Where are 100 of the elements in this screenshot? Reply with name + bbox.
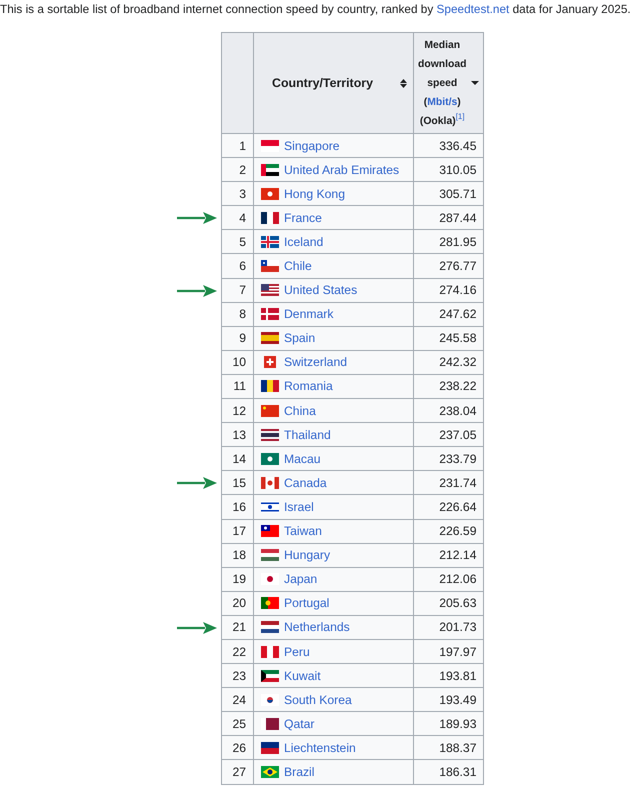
rank-text: 12 [232, 404, 246, 418]
speed-value: 231.74 [439, 476, 476, 490]
country-link[interactable]: Japan [284, 572, 318, 586]
speed-value: 212.06 [439, 572, 476, 586]
country-link[interactable]: Romania [284, 379, 333, 394]
rank-text: 6 [239, 259, 246, 274]
rank-text: 20 [232, 596, 246, 610]
rank-text: 17 [232, 524, 246, 538]
rank-text: 18 [232, 548, 246, 562]
header-text: speed [427, 76, 458, 90]
speed-value: 237.05 [439, 428, 476, 442]
rank-text: 11 [233, 379, 246, 394]
speed-value: 281.95 [439, 234, 476, 249]
rank-text: 7 [239, 283, 246, 298]
speed-value: 242.32 [439, 355, 476, 370]
speed-value: 205.63 [439, 596, 476, 610]
column-header[interactable]: Country/Territory [254, 32, 414, 134]
country-link[interactable]: France [284, 210, 322, 225]
speed-value: 212.14 [439, 548, 476, 562]
country-link[interactable]: Kuwait [284, 668, 321, 683]
rank-text: 26 [232, 740, 246, 755]
rank-text: 22 [232, 644, 246, 659]
country-link[interactable]: Hungary [284, 548, 330, 562]
speed-value: 336.45 [439, 138, 476, 153]
rank-text: 19 [232, 572, 246, 586]
rank-text: 24 [232, 692, 246, 707]
reference-link[interactable]: [1] [456, 112, 465, 120]
country-link[interactable]: China [284, 404, 316, 418]
country-link[interactable]: Thailand [284, 428, 331, 442]
rank-text: 21 [232, 620, 246, 634]
sort-icon[interactable] [400, 78, 407, 88]
country-link[interactable]: Brazil [284, 764, 314, 779]
rank-text: 15 [232, 476, 246, 490]
speed-value: 245.58 [439, 331, 476, 346]
flag-icon [261, 332, 279, 344]
flag-icon [261, 500, 279, 513]
country-link[interactable]: Peru [284, 644, 310, 659]
rank-text: 25 [232, 716, 246, 731]
rank-text: 23 [232, 668, 246, 683]
rank-text: 8 [239, 307, 246, 322]
country-link[interactable]: Denmark [284, 307, 334, 322]
country-link[interactable]: Iceland [284, 234, 324, 249]
sort-descending-icon[interactable] [471, 81, 480, 85]
speed-value: 233.79 [439, 452, 476, 466]
flag-icon [261, 646, 279, 658]
flag-icon [261, 573, 279, 586]
country-link[interactable]: Chile [284, 259, 312, 274]
rank-text: 9 [239, 331, 246, 346]
speedtest-link[interactable]: Speedtest.net [436, 2, 510, 16]
flag-icon [261, 380, 279, 392]
speed-value: 238.22 [439, 379, 476, 394]
flag-icon [261, 549, 279, 562]
rank-text: 10 [232, 355, 246, 370]
flag-icon [261, 670, 279, 682]
speed-value: 186.31 [439, 764, 476, 779]
speed-value: 247.62 [439, 307, 476, 322]
flag-icon [261, 308, 279, 320]
rank-text: 16 [232, 500, 246, 514]
unit-link[interactable]: Mbit/s [427, 96, 458, 108]
rank-text: 14 [232, 452, 246, 466]
speed-value: 201.73 [439, 620, 476, 634]
flag-icon [261, 284, 279, 296]
speed-value: 197.97 [439, 644, 476, 659]
speed-value: 305.71 [439, 186, 476, 201]
speed-value: 310.05 [439, 162, 476, 177]
rank-text: 3 [239, 186, 246, 201]
country-link[interactable]: Canada [284, 476, 327, 490]
flag-icon [261, 766, 279, 778]
column-title: Country/Territory [272, 76, 373, 90]
country-link[interactable]: Taiwan [284, 524, 322, 538]
header-text: download [418, 58, 466, 72]
rank-text: 5 [239, 234, 246, 249]
rank-text: 4 [239, 210, 246, 225]
country-link[interactable]: Israel [284, 500, 314, 514]
flag-icon [261, 718, 279, 730]
flag-icon [261, 476, 279, 489]
speed-value: 226.59 [439, 524, 476, 538]
speed-value: 287.44 [439, 210, 476, 225]
country-link[interactable]: Spain [284, 331, 316, 346]
column-header[interactable]: Median download speed (Mbit/s) (Ookla)$^{[1]}$ [414, 32, 484, 134]
country-link[interactable]: Qatar [284, 716, 314, 731]
country-link[interactable]: Portugal [284, 596, 330, 610]
flag-icon [261, 525, 279, 538]
flag-icon [261, 260, 279, 272]
flag-icon [261, 742, 279, 754]
speed-value: 188.37 [439, 740, 476, 755]
flag-icon [261, 236, 279, 248]
speed-value: 189.93 [439, 716, 476, 731]
intro-text: This is a sortable list of broadband internet connection speed by country, ranked by Speedtest.net data for January 2025. [0, 1, 631, 17]
flag-icon [261, 428, 279, 441]
speed-value: 226.64 [439, 500, 476, 514]
flag-icon [261, 356, 279, 368]
rank-text: 1 [239, 138, 246, 153]
speed-value: 274.16 [439, 283, 476, 298]
flag-icon [261, 621, 279, 634]
rank-text: 2 [239, 162, 246, 177]
country-link[interactable]: Macau [284, 452, 321, 466]
speed-value: 238.04 [439, 404, 476, 418]
flag-icon [261, 164, 279, 176]
flag-icon [261, 404, 279, 417]
